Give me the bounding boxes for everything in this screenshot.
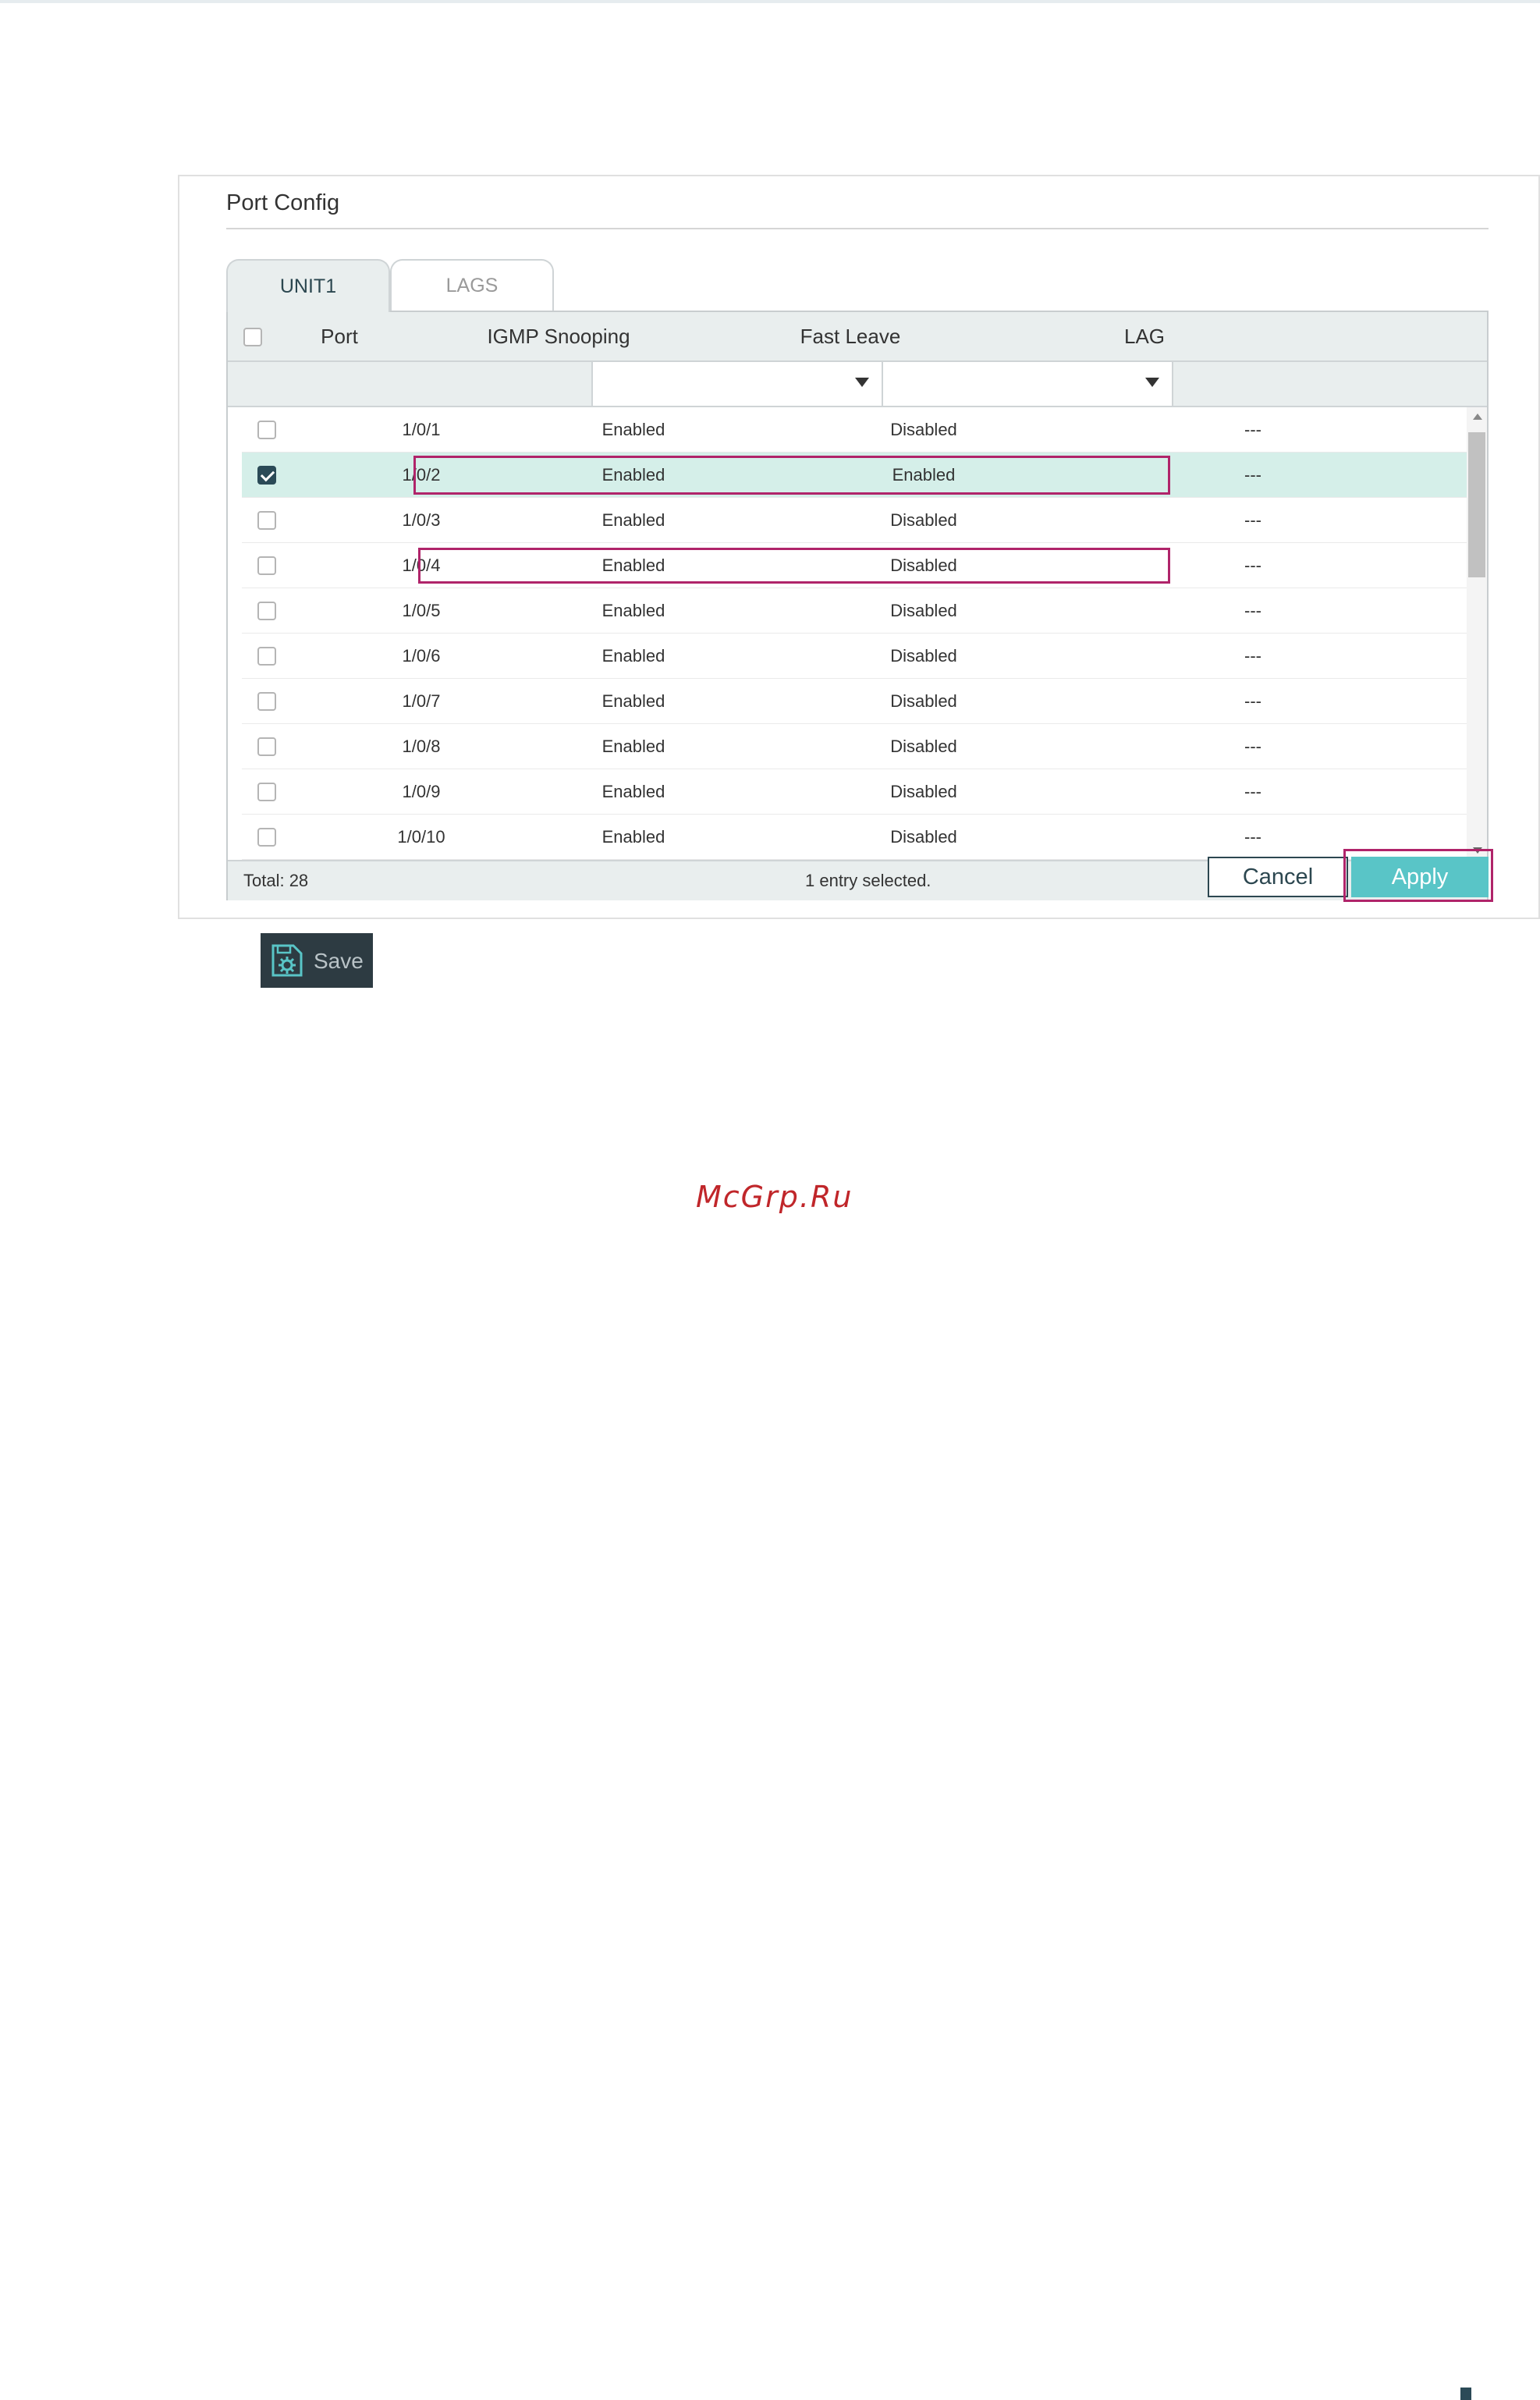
table-row[interactable]: 1/0/4 Enabled Disabled --- [242, 543, 1468, 588]
cell-fast-leave: Enabled [892, 465, 956, 485]
cancel-button[interactable]: Cancel [1208, 857, 1348, 897]
column-header-lag: LAG [1123, 324, 1166, 348]
tab-lags[interactable]: LAGS [390, 259, 554, 311]
table-row[interactable]: 1/0/9 Enabled Disabled --- [242, 769, 1468, 815]
row-checkbox[interactable] [257, 647, 276, 666]
total-count: Total: 28 [243, 871, 309, 890]
scroll-down-arrow-icon[interactable] [1473, 847, 1482, 854]
cell-lag: --- [1244, 737, 1261, 756]
row-checkbox[interactable] [257, 783, 276, 801]
cell-lag: --- [1244, 646, 1261, 666]
cell-port: 1/0/10 [397, 827, 445, 847]
table-row[interactable]: 1/0/10 Enabled Disabled --- [242, 815, 1468, 860]
filter-row [228, 362, 1487, 407]
cell-lag: --- [1244, 782, 1261, 801]
select-all-checkbox[interactable] [243, 328, 262, 346]
cell-port: 1/0/7 [402, 691, 441, 711]
cell-igmp-snooping: Enabled [601, 601, 665, 620]
row-checkbox[interactable] [257, 511, 276, 530]
cell-lag: --- [1244, 556, 1261, 575]
chevron-down-icon [855, 378, 869, 387]
table-row[interactable]: 1/0/6 Enabled Disabled --- [242, 634, 1468, 679]
cell-port: 1/0/9 [402, 782, 441, 801]
table-body: 1/0/1 Enabled Disabled --- 1/0/2 Enabled… [228, 407, 1468, 860]
cell-port: 1/0/8 [402, 737, 441, 756]
row-checkbox[interactable] [257, 421, 276, 439]
save-gear-icon [271, 944, 303, 977]
cell-fast-leave: Disabled [890, 737, 957, 756]
column-header-fast-leave: Fast Leave [800, 324, 901, 348]
igmp-snooping-select[interactable] [591, 362, 883, 406]
table-row-selected[interactable]: 1/0/2 Enabled Enabled --- [242, 453, 1468, 498]
selection-status: 1 entry selected. [805, 871, 931, 890]
scroll-thumb[interactable] [1468, 432, 1485, 577]
row-checkbox[interactable] [257, 737, 276, 756]
cell-igmp-snooping: Enabled [601, 737, 665, 756]
chevron-down-icon [1145, 378, 1159, 387]
cell-port: 1/0/4 [402, 556, 441, 575]
cell-igmp-snooping: Enabled [601, 556, 665, 575]
table-row[interactable]: 1/0/8 Enabled Disabled --- [242, 724, 1468, 769]
table-row[interactable]: 1/0/7 Enabled Disabled --- [242, 679, 1468, 724]
row-checkbox-checked[interactable] [257, 466, 276, 485]
cell-igmp-snooping: Enabled [601, 510, 665, 530]
cell-fast-leave: Disabled [890, 782, 957, 801]
watermark-text: McGrp.Ru [696, 1180, 853, 1214]
cell-igmp-snooping: Enabled [601, 646, 665, 666]
cell-lag: --- [1244, 827, 1261, 847]
panel-title: Port Config [226, 190, 340, 215]
panel-divider [226, 228, 1489, 229]
fast-leave-select[interactable] [882, 362, 1173, 406]
cell-igmp-snooping: Enabled [601, 420, 665, 439]
cell-igmp-snooping: Enabled [601, 691, 665, 711]
cell-port: 1/0/6 [402, 646, 441, 666]
cell-igmp-snooping: Enabled [601, 465, 665, 485]
cell-fast-leave: Disabled [890, 420, 957, 439]
row-checkbox[interactable] [257, 692, 276, 711]
scroll-up-arrow-icon[interactable] [1473, 414, 1482, 420]
table-row[interactable]: 1/0/5 Enabled Disabled --- [242, 588, 1468, 634]
apply-button[interactable]: Apply [1351, 857, 1489, 897]
table-scrollbar[interactable] [1467, 407, 1487, 860]
tab-unit1[interactable]: UNIT1 [226, 259, 390, 312]
cell-fast-leave: Disabled [890, 510, 957, 530]
cell-lag: --- [1244, 420, 1261, 439]
cell-port: 1/0/2 [402, 465, 441, 485]
table-row[interactable]: 1/0/1 Enabled Disabled --- [242, 407, 1468, 453]
cell-lag: --- [1244, 691, 1261, 711]
column-header-igmp-snooping: IGMP Snooping [487, 324, 630, 348]
table-row[interactable]: 1/0/3 Enabled Disabled --- [242, 498, 1468, 543]
top-rule [0, 0, 1540, 3]
cell-lag: --- [1244, 465, 1261, 485]
cell-igmp-snooping: Enabled [601, 827, 665, 847]
cell-fast-leave: Disabled [890, 601, 957, 620]
cell-lag: --- [1244, 601, 1261, 620]
column-header-port: Port [321, 324, 358, 348]
save-button[interactable]: Save [261, 933, 373, 988]
table-header: Port IGMP Snooping Fast Leave LAG [228, 312, 1487, 362]
cell-fast-leave: Disabled [890, 827, 957, 847]
save-button-label: Save [314, 949, 364, 973]
cell-igmp-snooping: Enabled [601, 782, 665, 801]
port-table: Port IGMP Snooping Fast Leave LAG 1/0/1 … [226, 311, 1489, 900]
cell-fast-leave: Disabled [890, 646, 957, 666]
cell-fast-leave: Disabled [890, 556, 957, 575]
row-checkbox[interactable] [257, 556, 276, 575]
row-checkbox[interactable] [257, 602, 276, 620]
cell-port: 1/0/3 [402, 510, 441, 530]
cell-lag: --- [1244, 510, 1261, 530]
cell-fast-leave: Disabled [890, 691, 957, 711]
port-config-panel: Port Config UNIT1 LAGS Port IGMP Snoopin… [178, 175, 1540, 919]
row-checkbox[interactable] [257, 828, 276, 847]
cell-port: 1/0/5 [402, 601, 441, 620]
page-corner-mark [1460, 2388, 1471, 2400]
cell-port: 1/0/1 [402, 420, 441, 439]
